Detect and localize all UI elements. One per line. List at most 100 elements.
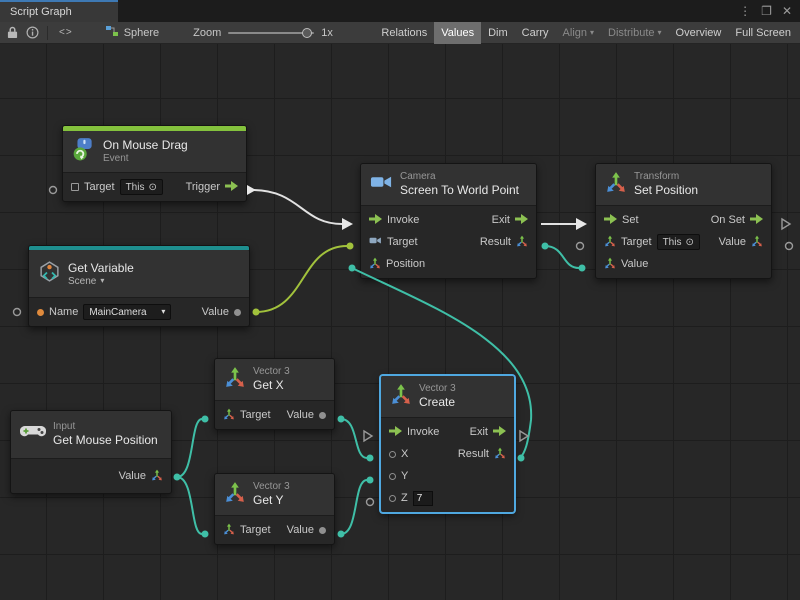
flow-arrowhead bbox=[247, 185, 256, 195]
port-label-exit: Exit bbox=[470, 426, 488, 438]
node-get-variable[interactable]: Get Variable Scene ▾ Name MainCamera ▾ bbox=[28, 245, 250, 327]
zoom-slider[interactable] bbox=[228, 32, 314, 34]
tab-script-graph[interactable]: Script Graph bbox=[0, 0, 118, 22]
chevron-down-icon: ▾ bbox=[161, 308, 165, 316]
title-bar: Script Graph ⋮ ❐ ✕ bbox=[0, 0, 800, 22]
node-category: Camera bbox=[400, 171, 519, 183]
node-get-mouse-position[interactable]: Input Get Mouse Position Value bbox=[10, 410, 172, 494]
port-target-in[interactable] bbox=[202, 416, 209, 423]
offscreen-port-triangle[interactable] bbox=[782, 219, 790, 229]
port-target-unconnected[interactable] bbox=[50, 187, 57, 194]
relations-button[interactable]: Relations bbox=[374, 22, 434, 44]
node-screen-to-world-point[interactable]: Camera Screen To World Point Invoke Exit… bbox=[360, 163, 537, 279]
graph-canvas[interactable]: On Mouse Drag Event Target This ⊙ Trigge… bbox=[0, 44, 800, 600]
node-category: Vector 3 bbox=[419, 383, 456, 395]
node-title: Screen To World Point bbox=[400, 183, 519, 198]
port-z-unconnected[interactable] bbox=[367, 499, 374, 506]
float-type-icon bbox=[389, 451, 396, 458]
close-icon[interactable]: ✕ bbox=[782, 4, 792, 18]
flow-arrow-icon bbox=[369, 214, 382, 227]
vector3-type-icon bbox=[369, 257, 381, 272]
port-position-in[interactable] bbox=[349, 265, 356, 272]
wire-trigger-to-invoke[interactable] bbox=[252, 190, 342, 224]
values-button[interactable]: Values bbox=[434, 22, 481, 44]
wire-gety-to-y[interactable] bbox=[341, 480, 367, 534]
port-camera-target-in[interactable] bbox=[347, 243, 354, 250]
node-title: Create bbox=[419, 395, 456, 410]
this-target-chip[interactable]: This ⊙ bbox=[657, 234, 700, 250]
wire-variable-to-target[interactable] bbox=[256, 246, 347, 312]
flow-arrow-icon bbox=[750, 214, 763, 227]
flow-arrow-icon bbox=[225, 181, 238, 194]
vector3-type-icon bbox=[223, 523, 235, 538]
vector3-icon bbox=[224, 366, 246, 393]
carry-button[interactable]: Carry bbox=[515, 22, 556, 44]
camera-type-icon bbox=[369, 236, 382, 248]
flow-arrow-icon bbox=[493, 426, 506, 439]
port-variable-value-out[interactable] bbox=[253, 309, 260, 316]
node-title: On Mouse Drag bbox=[103, 138, 188, 153]
vector3-icon bbox=[224, 481, 246, 508]
window-menu-icon[interactable]: ⋮ bbox=[739, 4, 751, 18]
port-value-out[interactable] bbox=[338, 416, 345, 423]
toolbar-separator bbox=[47, 26, 48, 40]
overview-button[interactable]: Overview bbox=[669, 22, 729, 44]
zoom-slider-handle[interactable] bbox=[302, 28, 312, 38]
port-x-in[interactable] bbox=[367, 455, 374, 462]
gameobject-type-icon bbox=[71, 183, 79, 191]
vector3-type-icon bbox=[516, 235, 528, 250]
distribute-button[interactable]: Distribute▾ bbox=[601, 22, 668, 44]
lock-icon[interactable] bbox=[2, 23, 22, 43]
node-category: Input bbox=[53, 421, 158, 433]
node-get-y[interactable]: Vector 3 Get Y Target Value bbox=[214, 473, 335, 545]
dim-button[interactable]: Dim bbox=[481, 22, 515, 44]
fullscreen-button[interactable]: Full Screen bbox=[728, 22, 798, 44]
port-result-out[interactable] bbox=[518, 455, 525, 462]
port-target-unconnected[interactable] bbox=[577, 243, 584, 250]
port-label-result: Result bbox=[458, 448, 489, 460]
port-value-out[interactable] bbox=[338, 531, 345, 538]
this-target-chip[interactable]: This ⊙ bbox=[120, 179, 163, 195]
port-target-in[interactable] bbox=[202, 531, 209, 538]
port-label-invoke: Invoke bbox=[407, 426, 439, 438]
node-set-position[interactable]: Transform Set Position Set On Set Target bbox=[595, 163, 772, 279]
node-get-x[interactable]: Vector 3 Get X Target Value bbox=[214, 358, 335, 430]
string-type-icon bbox=[37, 309, 44, 316]
align-button[interactable]: Align▾ bbox=[556, 22, 601, 44]
code-view-button[interactable]: <> bbox=[53, 27, 79, 38]
info-icon[interactable] bbox=[22, 23, 42, 43]
port-y-in[interactable] bbox=[367, 477, 374, 484]
port-value-in[interactable] bbox=[579, 265, 586, 272]
node-create-vector3[interactable]: Vector 3 Create Invoke Exit X Result bbox=[380, 375, 515, 513]
z-value-input[interactable] bbox=[413, 491, 433, 506]
port-invoke-unconnected[interactable] bbox=[364, 431, 372, 441]
vector3-type-icon bbox=[494, 447, 506, 462]
port-label-target: Target bbox=[621, 236, 652, 248]
node-category: Vector 3 bbox=[253, 366, 290, 378]
port-label-y: Y bbox=[401, 470, 408, 482]
wire-mouse-to-gety[interactable] bbox=[177, 477, 202, 534]
float-type-icon bbox=[389, 495, 396, 502]
wire-result-to-value[interactable] bbox=[545, 246, 579, 268]
node-title: Get Mouse Position bbox=[53, 433, 158, 448]
variable-icon bbox=[38, 260, 61, 288]
variable-scope-dropdown[interactable]: Scene ▾ bbox=[68, 276, 134, 287]
port-value-out[interactable] bbox=[174, 474, 181, 481]
port-result-out[interactable] bbox=[542, 243, 549, 250]
port-name-unconnected[interactable] bbox=[14, 309, 21, 316]
float-type-icon bbox=[319, 412, 326, 419]
port-label-target: Target bbox=[240, 524, 271, 536]
offscreen-port-circle[interactable] bbox=[786, 243, 793, 250]
node-on-mouse-drag[interactable]: On Mouse Drag Event Target This ⊙ Trigge… bbox=[62, 125, 247, 202]
graph-object-name[interactable]: Sphere bbox=[124, 27, 159, 39]
maximize-icon[interactable]: ❐ bbox=[761, 4, 772, 18]
object-type-icon bbox=[234, 309, 241, 316]
wire-getx-to-x[interactable] bbox=[341, 419, 367, 458]
camera-icon bbox=[370, 174, 393, 195]
variable-name-dropdown[interactable]: MainCamera ▾ bbox=[83, 304, 171, 320]
port-label-result: Result bbox=[480, 236, 511, 248]
wire-mouse-to-getx[interactable] bbox=[177, 419, 202, 477]
port-label-trigger: Trigger bbox=[186, 181, 220, 193]
node-title: Get X bbox=[253, 378, 290, 393]
port-exit-unconnected[interactable] bbox=[520, 431, 528, 441]
